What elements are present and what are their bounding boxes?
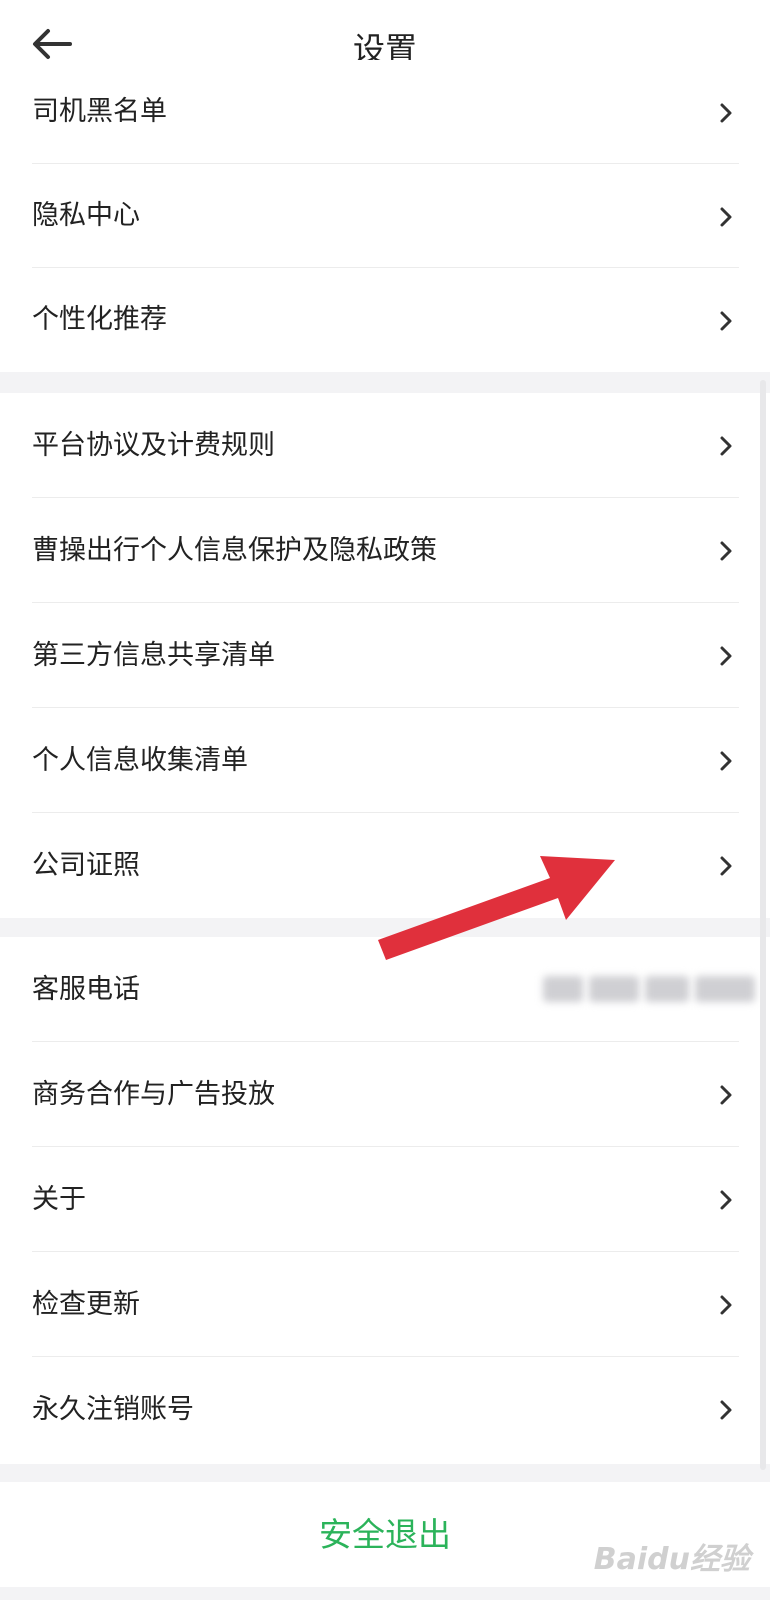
row-personalized-recommendation[interactable]: 个性化推荐: [32, 268, 739, 372]
row-label: 司机黑名单: [32, 96, 167, 127]
row-personal-info-collection[interactable]: 个人信息收集清单: [32, 708, 739, 813]
row-third-party-sharing[interactable]: 第三方信息共享清单: [32, 603, 739, 708]
row-platform-agreement[interactable]: 平台协议及计费规则: [32, 393, 739, 498]
watermark-logo: Baidu经验: [593, 1542, 750, 1577]
chevron-right-icon: [720, 541, 732, 561]
chevron-right-icon: [720, 1295, 732, 1315]
scrollbar[interactable]: [760, 380, 766, 1470]
row-privacy-center[interactable]: 隐私中心: [32, 164, 739, 268]
chevron-right-icon: [720, 856, 732, 876]
chevron-right-icon: [720, 1085, 732, 1105]
row-check-update[interactable]: 检查更新: [32, 1252, 739, 1357]
row-label: 第三方信息共享清单: [32, 640, 275, 671]
row-customer-service-phone[interactable]: 客服电话: [32, 937, 755, 1042]
chevron-right-icon: [720, 103, 732, 123]
chevron-right-icon: [720, 311, 732, 331]
chevron-right-icon: [720, 207, 732, 227]
row-label: 隐私中心: [32, 200, 140, 231]
blurred-phone-number: [525, 971, 755, 1007]
row-label: 永久注销账号: [32, 1394, 194, 1425]
row-delete-account[interactable]: 永久注销账号: [32, 1357, 739, 1462]
chevron-right-icon: [720, 1190, 732, 1210]
chevron-right-icon: [720, 1400, 732, 1420]
chevron-right-icon: [720, 436, 732, 456]
row-company-license[interactable]: 公司证照: [32, 813, 739, 918]
row-privacy-policy[interactable]: 曹操出行个人信息保护及隐私政策: [32, 498, 739, 603]
row-driver-blacklist[interactable]: 司机黑名单: [32, 60, 739, 164]
row-label: 个人信息收集清单: [32, 745, 248, 776]
row-label: 平台协议及计费规则: [32, 430, 275, 461]
settings-group-account: 司机黑名单 隐私中心 个性化推荐: [0, 60, 770, 372]
chevron-right-icon: [720, 751, 732, 771]
row-label: 关于: [32, 1184, 86, 1215]
row-label: 曹操出行个人信息保护及隐私政策: [32, 535, 437, 566]
row-label: 个性化推荐: [32, 304, 167, 335]
row-about[interactable]: 关于: [32, 1147, 739, 1252]
row-label: 商务合作与广告投放: [32, 1079, 275, 1110]
settings-group-policies: 平台协议及计费规则 曹操出行个人信息保护及隐私政策 第三方信息共享清单 个人信息…: [0, 393, 770, 918]
chevron-right-icon: [720, 646, 732, 666]
settings-group-support: 客服电话 商务合作与广告投放 关于 检查更新 永久注销账号: [0, 937, 770, 1464]
row-label: 公司证照: [32, 850, 140, 881]
row-label: 客服电话: [32, 974, 140, 1005]
row-business-cooperation[interactable]: 商务合作与广告投放: [32, 1042, 739, 1147]
row-label: 检查更新: [32, 1289, 140, 1320]
